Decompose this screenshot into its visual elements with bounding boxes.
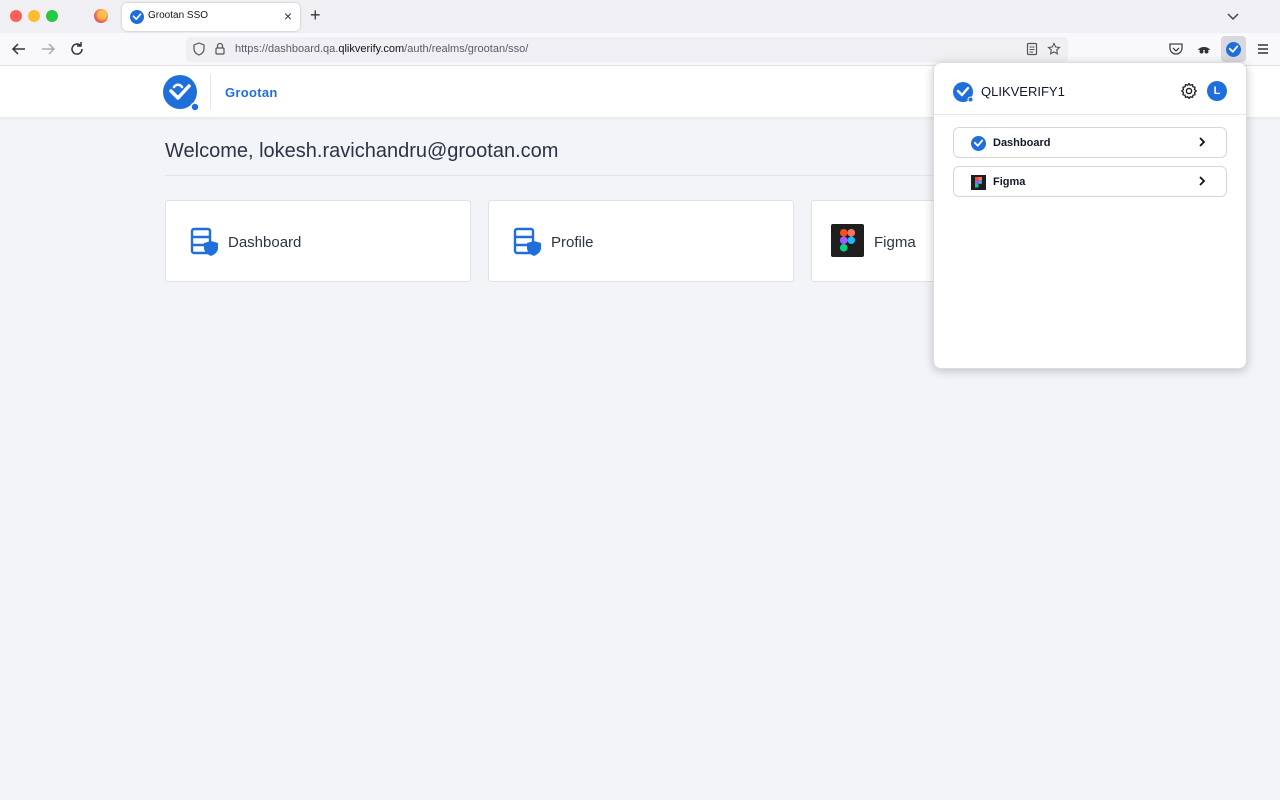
- pocket-icon[interactable]: [1168, 41, 1184, 57]
- extension-popup: QLIKVERIFY1 L Dashboard Figma: [933, 62, 1247, 369]
- qlikverify-favicon-icon: [130, 10, 144, 24]
- popup-item-label: Figma: [993, 176, 1026, 188]
- app-name[interactable]: Grootan: [225, 85, 278, 100]
- qlikverify-extension-button[interactable]: [1221, 36, 1246, 62]
- menu-hamburger-icon[interactable]: [1255, 41, 1271, 57]
- card-label: Dashboard: [228, 234, 302, 251]
- qlikverify-icon: [971, 136, 986, 151]
- header-divider: [210, 74, 211, 110]
- chevron-right-icon: [1199, 176, 1206, 186]
- popup-item-label: Dashboard: [993, 137, 1051, 149]
- avatar[interactable]: L: [1207, 81, 1227, 101]
- server-shield-icon: [513, 227, 541, 256]
- figma-icon: [971, 175, 986, 190]
- tab-close-icon[interactable]: ×: [284, 8, 292, 24]
- qlikverify-logo-icon: [953, 82, 973, 102]
- list-all-tabs-icon[interactable]: [1226, 9, 1240, 23]
- app-card-dashboard[interactable]: Dashboard: [165, 200, 471, 282]
- gear-icon[interactable]: [1180, 82, 1198, 100]
- window-close-button[interactable]: [10, 10, 22, 22]
- reload-icon[interactable]: [68, 40, 86, 58]
- card-label: Figma: [874, 234, 916, 251]
- tracking-shield-icon[interactable]: [192, 42, 206, 56]
- card-label: Profile: [551, 234, 594, 251]
- popup-item-dashboard[interactable]: Dashboard: [953, 127, 1227, 158]
- window-zoom-button[interactable]: [46, 10, 58, 22]
- reader-view-icon[interactable]: [1025, 42, 1039, 56]
- extension-spy-icon[interactable]: [1196, 41, 1212, 57]
- server-shield-icon: [190, 227, 218, 256]
- popup-header: QLIKVERIFY1 L: [934, 63, 1246, 115]
- tab-grootan-sso[interactable]: Grootan SSO ×: [122, 3, 300, 31]
- welcome-divider: [165, 175, 945, 176]
- figma-icon: [831, 224, 864, 257]
- url-text: https://dashboard.qa.qlikverify.com/auth…: [235, 43, 529, 55]
- window-minimize-button[interactable]: [28, 10, 40, 22]
- firefox-view-icon[interactable]: [94, 9, 108, 23]
- app-card-profile[interactable]: Profile: [488, 200, 794, 282]
- grootan-logo-icon[interactable]: [162, 74, 200, 112]
- new-tab-button[interactable]: +: [310, 6, 321, 24]
- popup-item-figma[interactable]: Figma: [953, 166, 1227, 197]
- forward-arrow-icon[interactable]: [39, 40, 57, 58]
- bookmark-star-icon[interactable]: [1047, 42, 1061, 56]
- tab-title: Grootan SSO: [148, 10, 209, 21]
- browser-tab-bar: Grootan SSO × +: [0, 0, 1280, 33]
- qlikverify-extension-icon: [1226, 42, 1241, 57]
- chevron-right-icon: [1199, 137, 1206, 147]
- lock-icon[interactable]: [213, 42, 227, 56]
- popup-title: QLIKVERIFY1: [981, 84, 1065, 99]
- url-bar[interactable]: https://dashboard.qa.qlikverify.com/auth…: [186, 37, 1068, 62]
- welcome-heading: Welcome, lokesh.ravichandru@grootan.com: [165, 140, 559, 162]
- back-arrow-icon[interactable]: [10, 40, 28, 58]
